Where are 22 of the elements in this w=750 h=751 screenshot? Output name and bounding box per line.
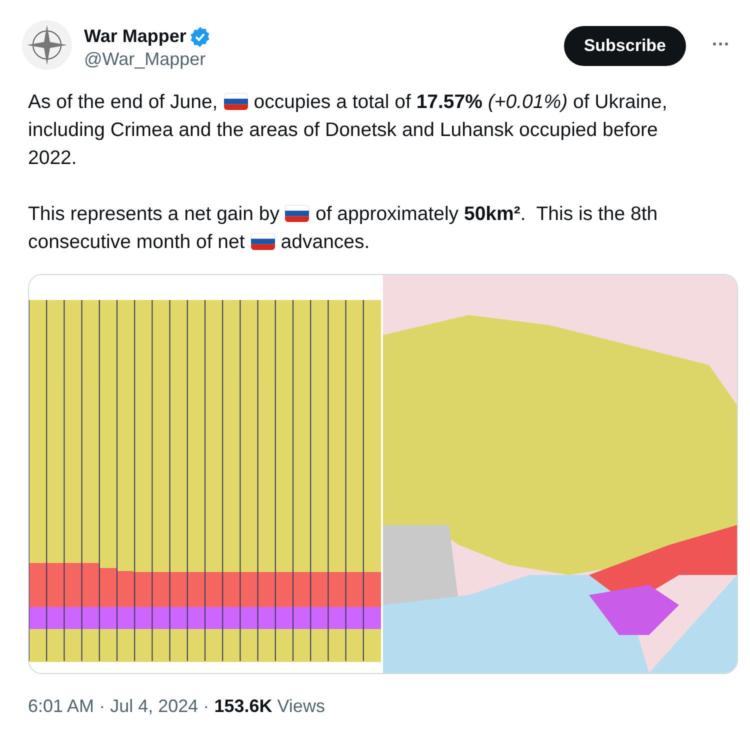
tweet-text: consecutive month of net [28, 230, 245, 255]
author-handle[interactable]: @War_Mapper [84, 49, 552, 70]
separator-dot: · [203, 696, 210, 716]
tweet-text: including Crimea and the areas of Donetsk and Luhansk occupied before [28, 118, 658, 143]
tweet-text: of approximately 50km². This is the 8th [315, 202, 658, 227]
tweet-text: 2022. [28, 146, 77, 171]
tweet-text: occupies a total of 17.57% (+0.01%) of Ukraine, [254, 90, 668, 115]
tweet-text: advances. [280, 230, 370, 255]
more-button[interactable]: ··· [698, 26, 734, 63]
flag-icon [250, 233, 275, 250]
post-time[interactable]: 6:01 AM [28, 696, 94, 716]
avatar[interactable] [22, 20, 72, 70]
separator-dot: · [99, 696, 106, 716]
post-date[interactable]: Jul 4, 2024 [110, 696, 198, 716]
views-count: 153.6K [214, 696, 272, 716]
subscribe-button[interactable]: Subscribe [564, 26, 686, 66]
author-name[interactable]: War Mapper [84, 26, 186, 47]
tweet-text: As of the end of June, [28, 90, 218, 115]
flag-icon [224, 93, 248, 110]
tweet-text: This represents a net gain by [28, 202, 280, 227]
flag-icon [285, 205, 310, 222]
views-label: Views [277, 696, 325, 716]
